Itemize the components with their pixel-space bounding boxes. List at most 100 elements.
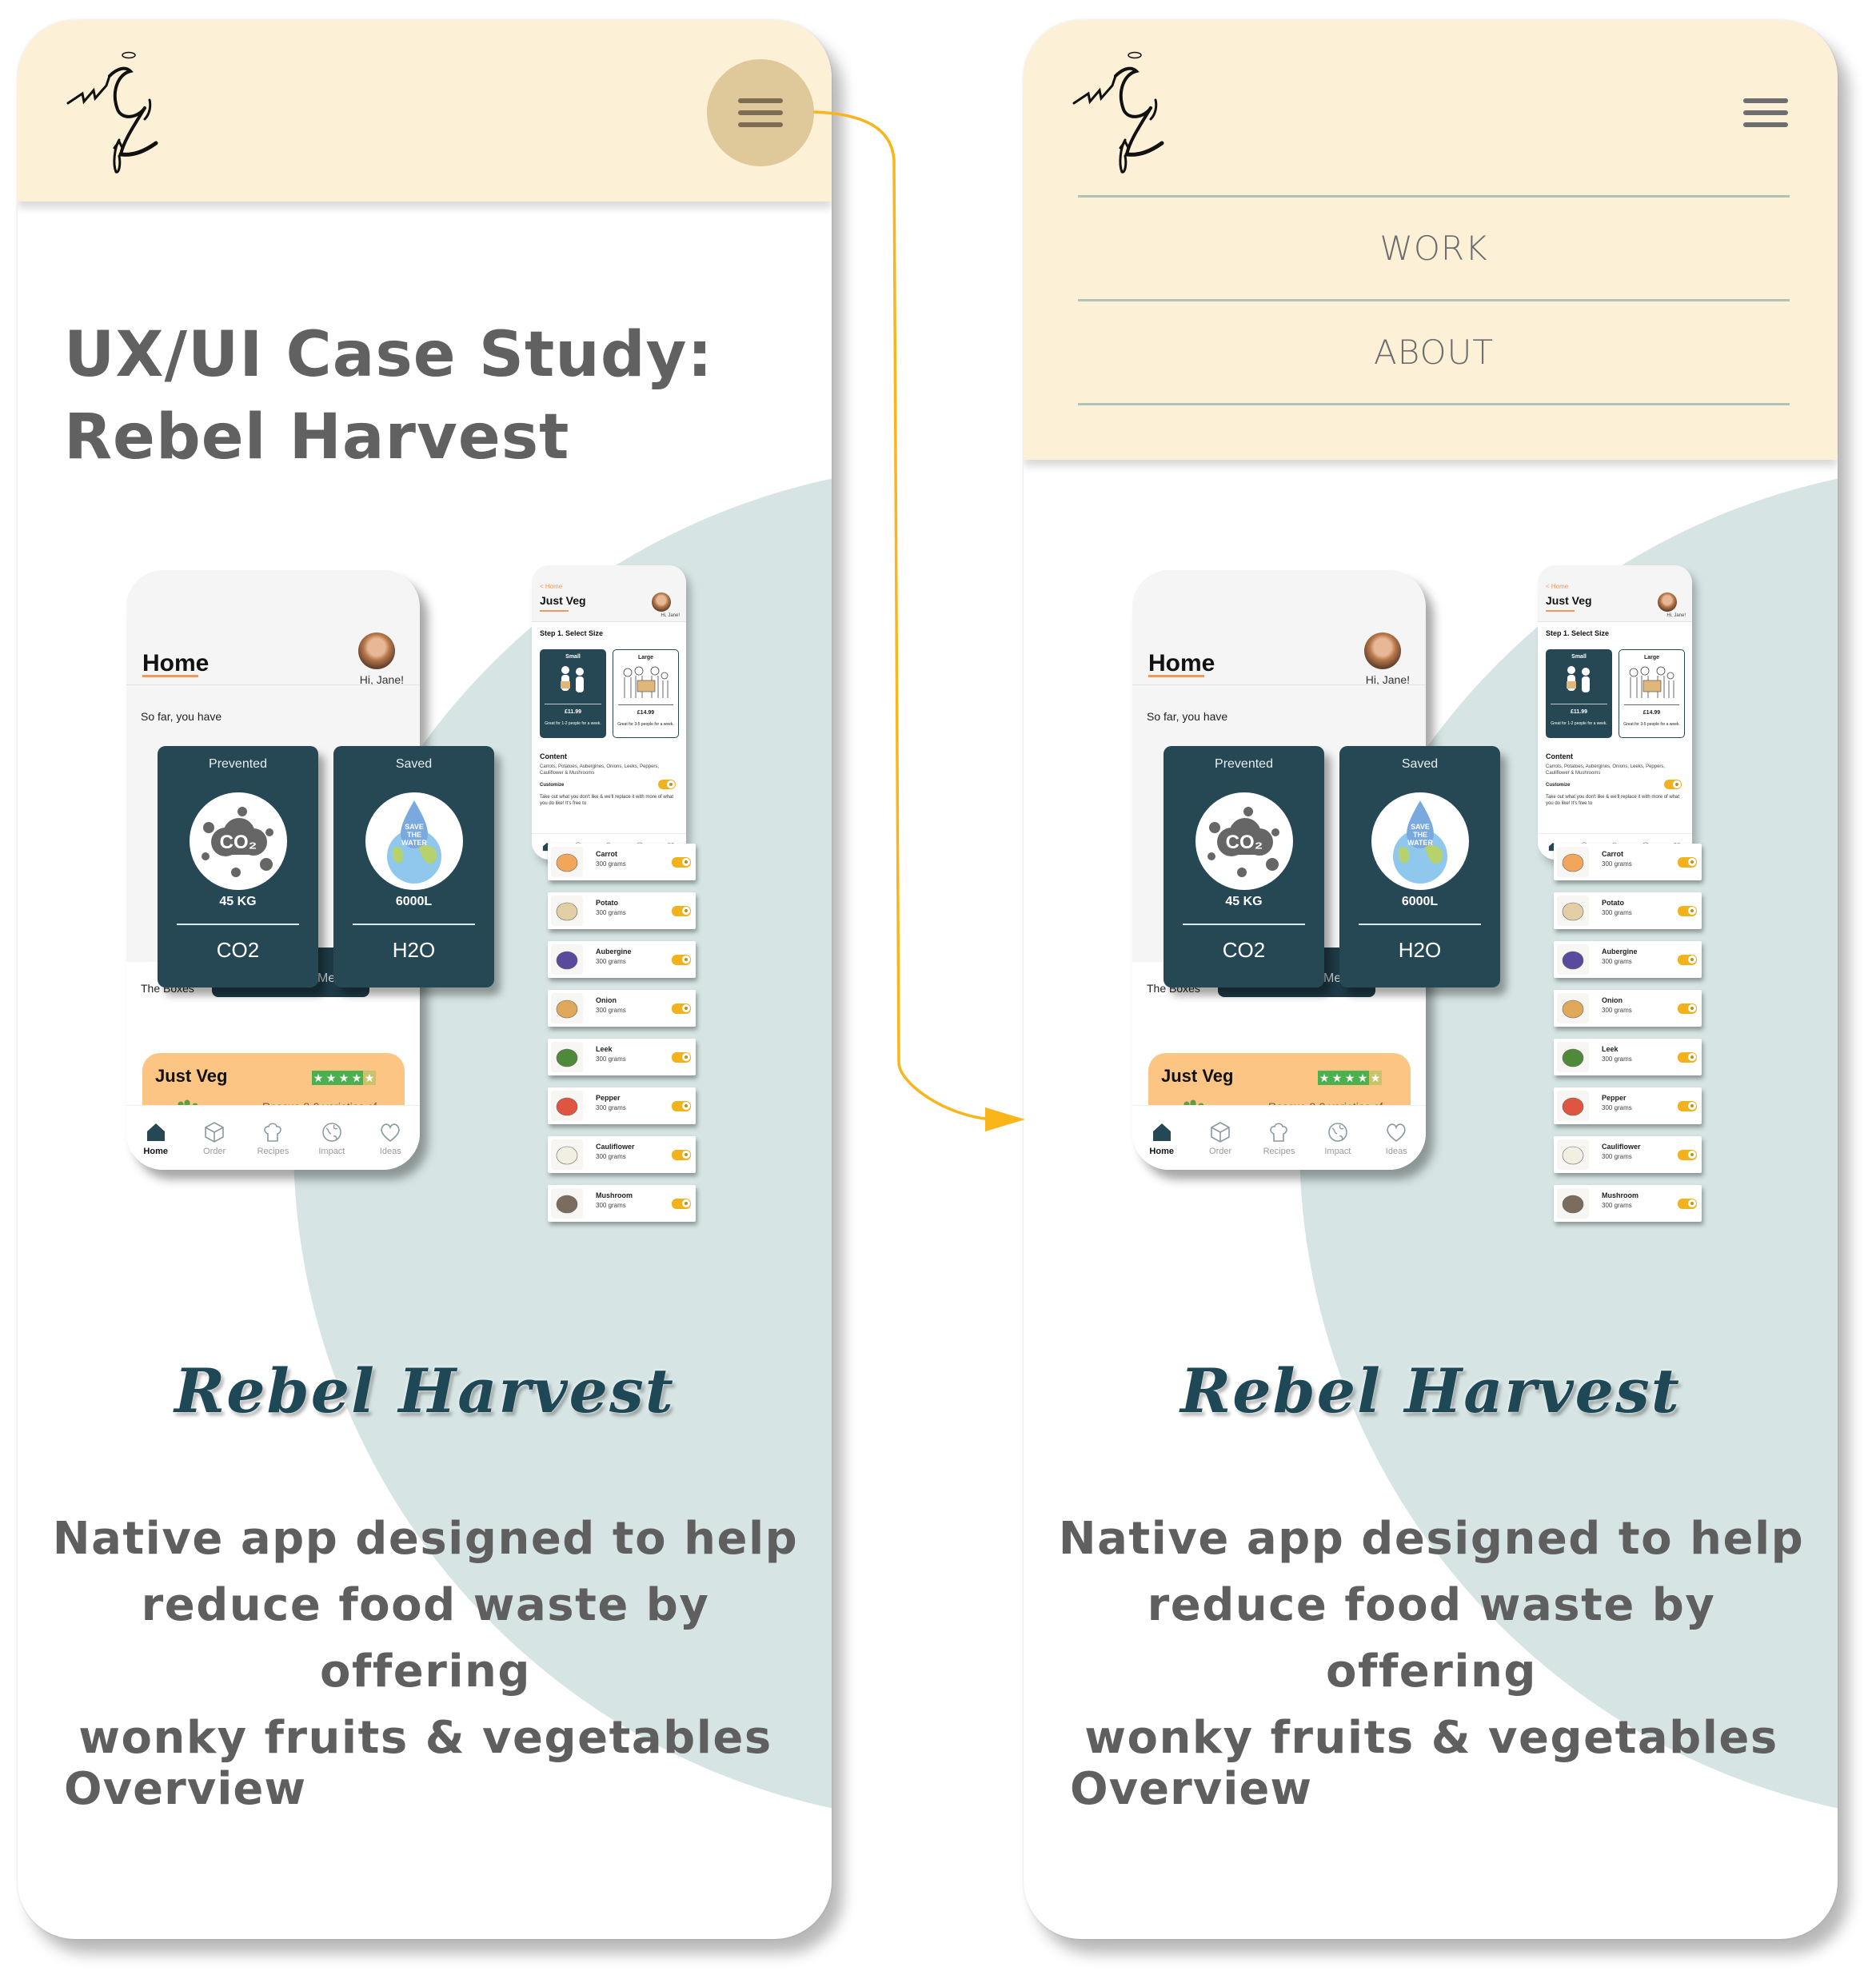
nav-menu: WORK ABOUT bbox=[1078, 195, 1790, 405]
signature-logo[interactable] bbox=[62, 44, 190, 180]
nav-item-work[interactable]: WORK bbox=[1078, 198, 1790, 299]
customize-toggle bbox=[1664, 780, 1682, 789]
site-header bbox=[18, 20, 832, 201]
vegetable-thumbnail bbox=[1557, 993, 1589, 1023]
include-toggle bbox=[1678, 1052, 1697, 1063]
hamburger-icon[interactable] bbox=[1743, 98, 1788, 127]
list-item: Mushroom 300 grams bbox=[548, 1185, 696, 1222]
people-illustration bbox=[623, 666, 669, 698]
include-toggle bbox=[1678, 1101, 1697, 1111]
title-line-1: UX/UI Case Study: bbox=[64, 319, 713, 391]
vegetable-name: Onion bbox=[1602, 996, 1623, 1004]
home-icon bbox=[146, 1123, 165, 1141]
size-name: Large bbox=[637, 655, 654, 660]
content-text: Carrots, Potatoes, Aubergines, Onions, L… bbox=[540, 764, 660, 776]
list-item: Cauliflower 300 grams bbox=[1554, 1136, 1702, 1173]
vegetable-thumbnail bbox=[551, 944, 583, 975]
svg-text:SAVE: SAVE bbox=[405, 823, 424, 831]
svg-text:THE: THE bbox=[407, 831, 421, 839]
page-title: UX/UI Case Study: Rebel Harvest bbox=[64, 314, 784, 479]
tab-label: Impact bbox=[318, 1146, 345, 1156]
content-text: Carrots, Potatoes, Aubergines, Onions, L… bbox=[1546, 764, 1666, 776]
box-title: Just Veg bbox=[155, 1066, 228, 1086]
tab-order[interactable]: Order bbox=[1196, 1120, 1244, 1156]
tagline-line-2: reduce food waste by offering bbox=[141, 1579, 710, 1698]
title-line-2: Rebel Harvest bbox=[64, 401, 570, 473]
tab-home[interactable]: Home bbox=[1138, 1120, 1186, 1156]
vegetable-name: Potato bbox=[596, 899, 618, 907]
vegetable-quantity: 300 grams bbox=[596, 958, 626, 965]
tagline: Native app designed to help reduce food … bbox=[1040, 1506, 1823, 1771]
size-note: Great for 3-5 people for a week. bbox=[617, 722, 674, 727]
phone-menu-closed: UX/UI Case Study: Rebel Harvest Home Hi,… bbox=[18, 20, 832, 1939]
star-filled-icon: ★ bbox=[325, 1071, 337, 1085]
vegetable-name: Mushroom bbox=[1602, 1191, 1639, 1199]
vegetable-quantity: 300 grams bbox=[1602, 1055, 1632, 1063]
tab-bar: Home Order Recipes Impact Ideas bbox=[1132, 1105, 1426, 1170]
size-price: £14.99 bbox=[637, 710, 655, 716]
customize-toggle bbox=[658, 780, 676, 789]
star-filled-icon: ★ bbox=[1356, 1071, 1369, 1085]
vegetable-quantity: 300 grams bbox=[596, 1202, 626, 1209]
star-filled-icon: ★ bbox=[337, 1071, 350, 1085]
stat-card-h2o: Saved SAVE THE WATER 6000L H2O bbox=[333, 746, 494, 988]
stat-divider bbox=[353, 924, 475, 925]
vegetable-thumbnail bbox=[551, 1139, 583, 1170]
vegetable-name: Potato bbox=[1602, 899, 1624, 907]
content-heading: Content bbox=[540, 752, 567, 760]
rating-stars: ★ ★ ★ ★ ★ bbox=[312, 1071, 376, 1085]
co2-cloud-icon: CO₂ bbox=[1195, 792, 1293, 890]
signature-logo[interactable] bbox=[1068, 44, 1195, 180]
vegetable-name: Pepper bbox=[1602, 1094, 1627, 1102]
tab-label: Ideas bbox=[379, 1146, 401, 1156]
box-title: Just Veg bbox=[1161, 1066, 1234, 1086]
svg-text:THE: THE bbox=[1413, 831, 1427, 839]
svg-text:CO₂: CO₂ bbox=[220, 832, 257, 853]
vegetable-thumbnail bbox=[551, 896, 583, 926]
stat-divider bbox=[177, 924, 299, 925]
back-link: < Home bbox=[540, 583, 563, 590]
tab-impact[interactable]: Impact bbox=[308, 1120, 356, 1156]
tab-ideas[interactable]: Ideas bbox=[1372, 1120, 1420, 1156]
stat-value: 45 KG bbox=[1225, 895, 1263, 908]
star-empty-icon: ★ bbox=[363, 1071, 376, 1085]
menu-button[interactable] bbox=[707, 59, 814, 166]
vegetable-quantity: 300 grams bbox=[596, 1055, 626, 1063]
stat-unit: CO2 bbox=[1222, 938, 1266, 962]
overview-heading: Overview bbox=[1070, 1763, 1313, 1815]
size-option-small: Small £11.99 Great for 1-2 people for a … bbox=[1546, 649, 1612, 738]
vegetable-thumbnail bbox=[1557, 847, 1589, 877]
list-item: Aubergine 300 grams bbox=[548, 941, 696, 978]
vegetable-quantity: 300 grams bbox=[596, 909, 626, 916]
people-illustration bbox=[561, 666, 584, 692]
people-illustration bbox=[1567, 666, 1590, 692]
tab-home[interactable]: Home bbox=[132, 1120, 180, 1156]
tab-recipes[interactable]: Recipes bbox=[1255, 1120, 1303, 1156]
vegetable-thumbnail bbox=[1557, 1042, 1589, 1072]
heart-icon bbox=[1387, 1123, 1406, 1142]
tagline-line-3: wonky fruits & vegetables bbox=[78, 1712, 772, 1764]
stat-label: Prevented bbox=[1215, 757, 1273, 771]
svg-text:CO₂: CO₂ bbox=[1226, 832, 1263, 853]
globe-icon bbox=[1328, 1122, 1347, 1142]
tab-recipes[interactable]: Recipes bbox=[249, 1120, 297, 1156]
title-underline bbox=[1546, 610, 1575, 612]
vegetable-quantity: 300 grams bbox=[1602, 958, 1632, 965]
vegetable-name: Carrot bbox=[596, 850, 618, 858]
list-item: Pepper 300 grams bbox=[1554, 1087, 1702, 1124]
vegetable-quantity: 300 grams bbox=[1602, 1202, 1632, 1209]
vegetable-name: Carrot bbox=[1602, 850, 1624, 858]
tab-label: Ideas bbox=[1385, 1146, 1407, 1156]
size-note: Great for 3-5 people for a week. bbox=[1623, 722, 1680, 727]
tab-impact[interactable]: Impact bbox=[1314, 1120, 1362, 1156]
nav-item-about[interactable]: ABOUT bbox=[1078, 301, 1790, 403]
list-item: Leek 300 grams bbox=[548, 1039, 696, 1075]
include-toggle bbox=[1678, 1003, 1697, 1014]
vegetable-name: Pepper bbox=[596, 1094, 621, 1102]
tab-ideas[interactable]: Ideas bbox=[366, 1120, 414, 1156]
greeting: Hi, Jane! bbox=[1666, 613, 1686, 618]
svg-text:SAVE: SAVE bbox=[1411, 823, 1430, 831]
include-toggle bbox=[1678, 857, 1697, 868]
tab-order[interactable]: Order bbox=[190, 1120, 238, 1156]
avatar bbox=[358, 632, 395, 669]
